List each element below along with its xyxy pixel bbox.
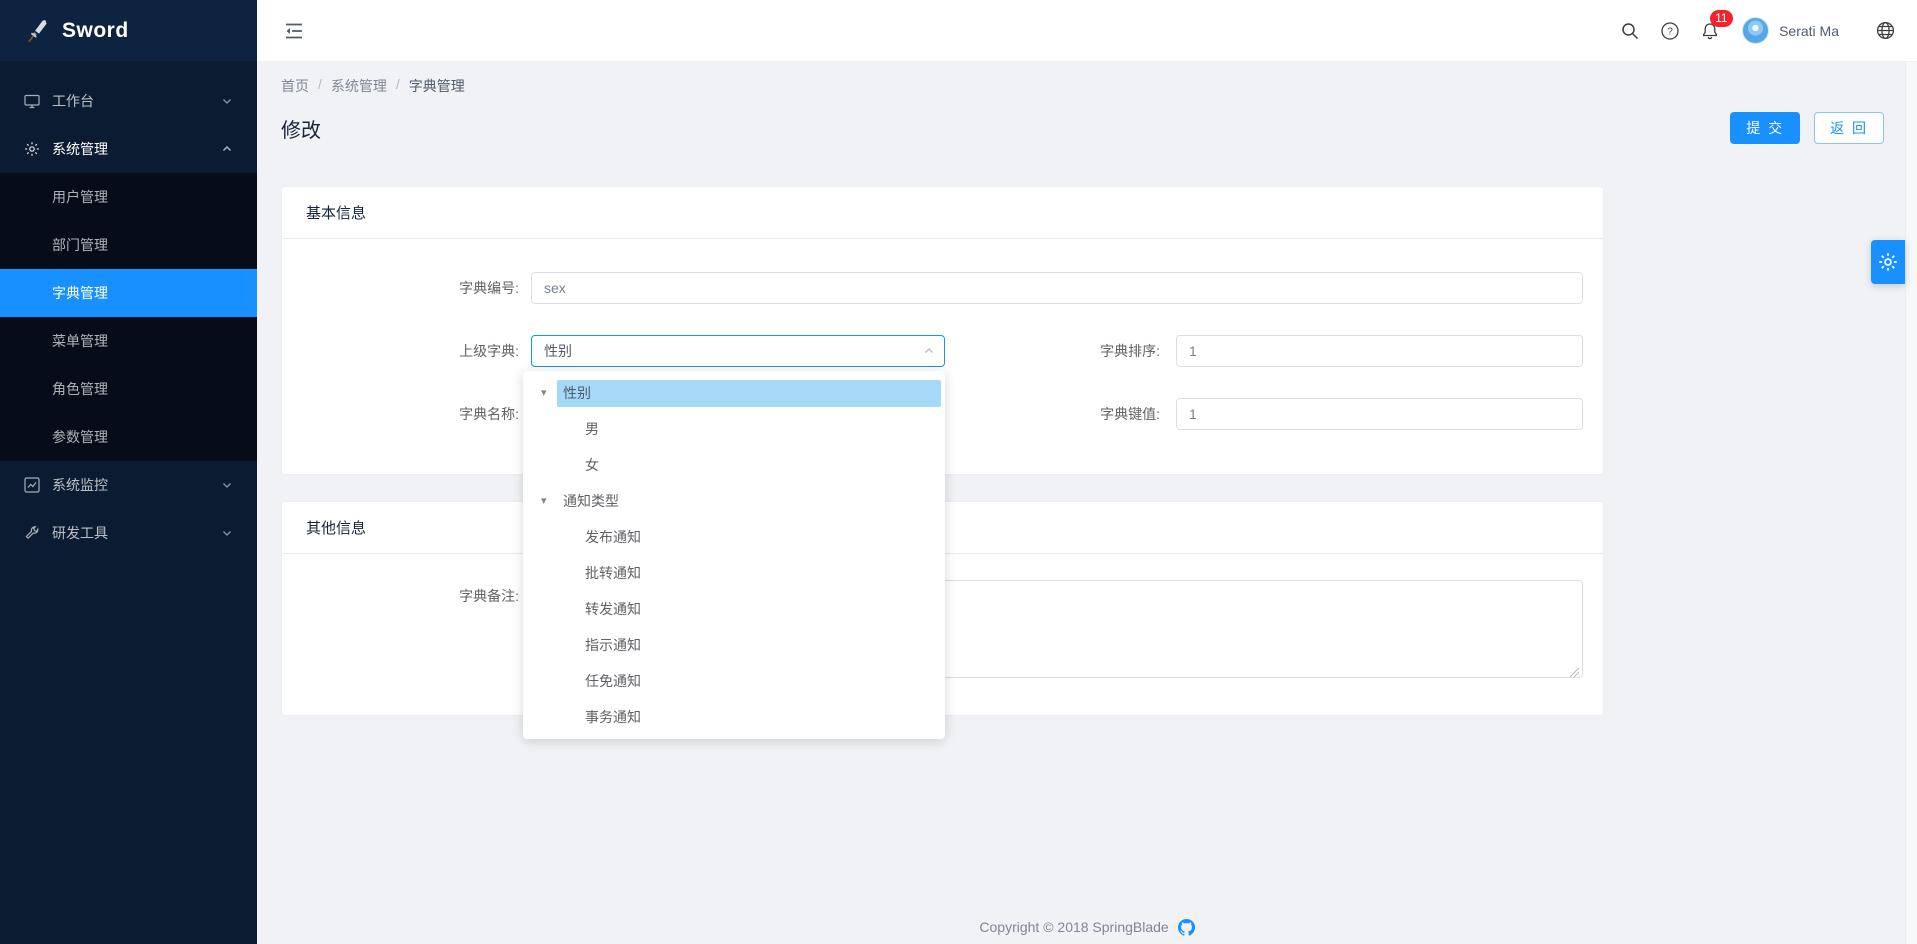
dropdown-group-gender[interactable]: ▾ 性别	[523, 375, 945, 411]
dropdown-option-male[interactable]: 男	[523, 411, 945, 447]
copyright-text: Copyright © 2018 SpringBlade	[979, 919, 1168, 935]
dict-sort-label: 字典排序:	[945, 335, 1176, 367]
dropdown-option-instruct-notice[interactable]: 指示通知	[523, 627, 945, 663]
main-content: 首页 / 系统管理 / 字典管理 修改 提 交 返 回 基本信息 字典编号:	[257, 62, 1917, 944]
chevron-up-icon	[221, 143, 233, 155]
sword-icon	[22, 16, 51, 45]
parent-dict-label: 上级字典:	[282, 335, 531, 367]
dropdown-option[interactable]: 通知类型	[557, 488, 941, 515]
form-row: 字典编号:	[282, 272, 1583, 304]
sidebar-item-label: 系统管理	[52, 139, 221, 159]
menu-fold-icon[interactable]	[283, 20, 305, 42]
breadcrumb-home[interactable]: 首页	[281, 76, 309, 96]
vertical-scrollbar[interactable]	[1905, 62, 1917, 944]
sidebar-item-system-mgmt[interactable]: 系统管理	[0, 125, 257, 173]
dropdown-option-female[interactable]: 女	[523, 447, 945, 483]
sidebar-item-label: 工作台	[52, 91, 221, 111]
sidebar-item-label: 系统监控	[52, 475, 221, 495]
chevron-down-icon	[221, 479, 233, 491]
dict-code-input[interactable]	[531, 272, 1583, 304]
app-logo[interactable]: Sword	[0, 0, 257, 61]
gear-icon	[24, 141, 40, 157]
dropdown-option-affair-notice[interactable]: 事务通知	[523, 699, 945, 735]
sidebar-item-user-mgmt[interactable]: 用户管理	[0, 173, 257, 221]
form-row: 上级字典: 性别 字典排序:	[282, 335, 1583, 367]
dropdown-option-approve-notice[interactable]: 批转通知	[523, 555, 945, 591]
breadcrumb-system-mgmt[interactable]: 系统管理	[331, 76, 387, 96]
page-footer: Copyright © 2018 SpringBlade	[257, 919, 1917, 936]
page-title: 修改	[281, 114, 321, 143]
breadcrumb-separator: /	[396, 76, 400, 96]
dict-code-field: 字典编号:	[282, 272, 1583, 304]
dict-sort-field: 字典排序:	[945, 335, 1583, 367]
basic-card-title: 基本信息	[282, 187, 1603, 239]
github-icon[interactable]	[1178, 919, 1195, 936]
parent-dict-dropdown: ▾ 性别 男 女 ▾ 通知类型 发布通知 批转通知 转发通知	[523, 371, 945, 739]
dropdown-option-appoint-notice[interactable]: 任免通知	[523, 663, 945, 699]
question-glyph: ?	[1667, 26, 1673, 37]
line-chart-icon	[24, 477, 40, 493]
breadcrumb: 首页 / 系统管理 / 字典管理	[281, 76, 1884, 96]
chevron-up-icon	[923, 345, 935, 357]
sidebar-item-dev-tools[interactable]: 研发工具	[0, 509, 257, 557]
dict-name-label: 字典名称:	[282, 398, 531, 430]
user-avatar[interactable]	[1742, 17, 1769, 44]
dropdown-option-forward-notice[interactable]: 转发通知	[523, 591, 945, 627]
chevron-down-icon	[221, 95, 233, 107]
dict-remark-label: 字典备注:	[282, 580, 531, 612]
wrench-icon	[24, 525, 40, 541]
gear-icon	[1878, 252, 1898, 272]
chevron-down-icon	[221, 527, 233, 539]
app-root: Sword 工作台 系统管理 用户管理 部门管理 字典管	[0, 0, 1917, 944]
app-title: Sword	[62, 19, 129, 43]
parent-dict-value: 性别	[544, 341, 572, 361]
dropdown-option[interactable]: 性别	[557, 380, 941, 407]
dict-code-label: 字典编号:	[282, 272, 531, 304]
sidebar-menu: 工作台 系统管理 用户管理 部门管理 字典管理 菜单管理 角色管理 参数管理	[0, 61, 257, 557]
parent-dict-field: 上级字典: 性别	[282, 335, 945, 367]
language-globe-icon[interactable]	[1865, 0, 1905, 62]
back-button[interactable]: 返 回	[1814, 112, 1884, 144]
sidebar-submenu: 用户管理 部门管理 字典管理 菜单管理 角色管理 参数管理	[0, 173, 257, 461]
dict-sort-input[interactable]	[1176, 335, 1583, 367]
tree-caret-icon[interactable]: ▾	[541, 483, 557, 519]
notification-badge: 11	[1710, 10, 1732, 27]
sidebar-item-param-mgmt[interactable]: 参数管理	[0, 413, 257, 461]
dict-key-label: 字典键值:	[945, 398, 1176, 430]
search-icon[interactable]	[1610, 0, 1650, 62]
breadcrumb-separator: /	[318, 76, 322, 96]
parent-dict-select[interactable]: 性别	[531, 335, 945, 367]
user-name[interactable]: Serati Ma	[1779, 23, 1839, 39]
help-icon[interactable]: ?	[1650, 0, 1690, 62]
top-header: ? 11 Serati Ma	[257, 0, 1917, 62]
page-title-row: 修改 提 交 返 回	[281, 108, 1884, 148]
dropdown-group-notice-type[interactable]: ▾ 通知类型	[523, 483, 945, 519]
sidebar-item-workbench[interactable]: 工作台	[0, 77, 257, 125]
sidebar: Sword 工作台 系统管理 用户管理 部门管理 字典管	[0, 0, 257, 944]
dropdown-option-publish-notice[interactable]: 发布通知	[523, 519, 945, 555]
dict-key-field: 字典键值:	[945, 398, 1583, 430]
tree-caret-icon[interactable]: ▾	[541, 375, 557, 411]
dict-key-input[interactable]	[1176, 398, 1583, 430]
sidebar-item-dept-mgmt[interactable]: 部门管理	[0, 221, 257, 269]
sidebar-item-label: 研发工具	[52, 523, 221, 543]
breadcrumb-current: 字典管理	[409, 76, 465, 96]
action-buttons: 提 交 返 回	[1730, 112, 1884, 144]
sidebar-item-system-monitor[interactable]: 系统监控	[0, 461, 257, 509]
notification-bell-icon[interactable]: 11	[1690, 0, 1730, 62]
sidebar-item-role-mgmt[interactable]: 角色管理	[0, 365, 257, 413]
theme-settings-button[interactable]	[1871, 240, 1905, 284]
sidebar-item-menu-mgmt[interactable]: 菜单管理	[0, 317, 257, 365]
submit-button[interactable]: 提 交	[1730, 112, 1800, 144]
monitor-icon	[24, 93, 40, 109]
sidebar-item-dict-mgmt[interactable]: 字典管理	[0, 269, 257, 317]
